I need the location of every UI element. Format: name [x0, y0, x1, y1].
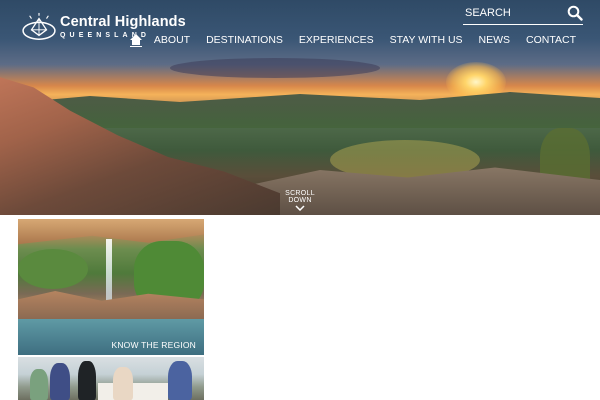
scroll-down-button[interactable]: SCROLL DOWN	[274, 190, 326, 211]
tile-person	[78, 361, 96, 400]
main-nav: ABOUT DESTINATIONS EXPERIENCES STAY WITH…	[129, 33, 576, 47]
nav-item-stay-with-us[interactable]: STAY WITH US	[390, 34, 463, 46]
nav-item-experiences[interactable]: EXPERIENCES	[299, 34, 374, 46]
tile-person	[50, 363, 70, 400]
tile-person	[168, 361, 192, 400]
nav-item-about[interactable]: ABOUT	[154, 34, 190, 46]
tile-foliage-left	[18, 249, 88, 289]
tile-person	[113, 367, 133, 400]
tile-waterfall	[106, 239, 112, 309]
logo-name: Central Highlands	[60, 14, 186, 30]
know-the-region-tile[interactable]: KNOW THE REGION	[18, 219, 204, 355]
nav-item-destinations[interactable]: DESTINATIONS	[206, 34, 283, 46]
search-icon[interactable]	[567, 5, 583, 21]
people-tile[interactable]	[18, 357, 204, 400]
hero-cloud	[170, 58, 380, 78]
tile-person	[30, 369, 48, 400]
chevron-down-icon	[295, 205, 305, 211]
nav-item-news[interactable]: NEWS	[479, 34, 511, 46]
tile-table	[98, 383, 168, 400]
hero-rocks-left	[0, 77, 280, 215]
gemstone-logo-icon	[22, 12, 56, 40]
search-input[interactable]	[463, 4, 565, 22]
tile-label: KNOW THE REGION	[111, 340, 196, 350]
nav-item-contact[interactable]: CONTACT	[526, 34, 576, 46]
search-bar	[463, 4, 583, 25]
home-icon[interactable]	[129, 33, 143, 47]
scroll-down-label: SCROLL DOWN	[285, 190, 315, 204]
